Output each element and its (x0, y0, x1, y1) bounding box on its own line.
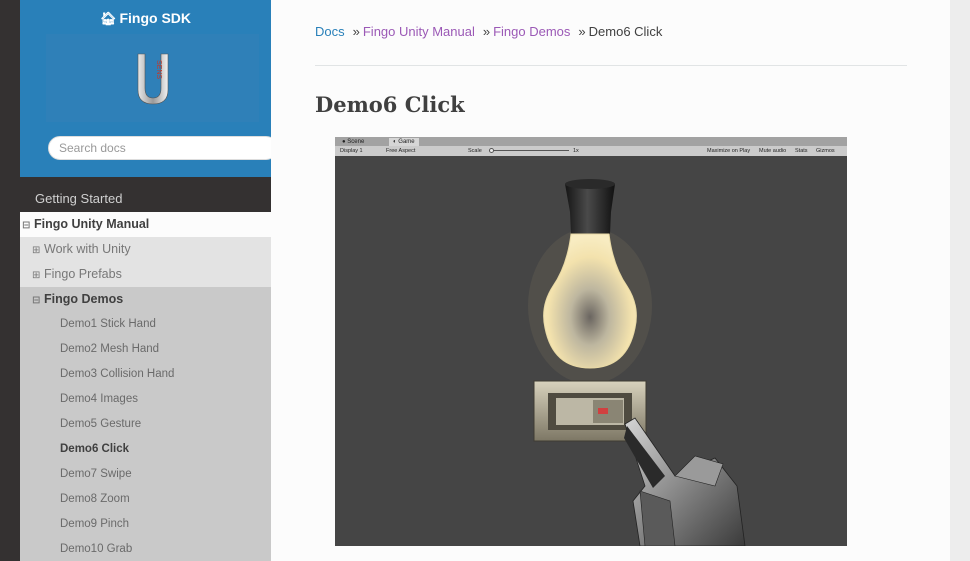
scale-slider-knob (489, 148, 494, 153)
sidebar-item-label: Fingo Unity Manual (34, 217, 150, 231)
u-sens-logo-icon: SENS (137, 53, 168, 105)
breadcrumb-separator: » (482, 24, 491, 39)
scrollbar-gutter[interactable] (950, 0, 970, 561)
breadcrumb-demos-link[interactable]: Fingo Demos (493, 24, 570, 39)
sidebar-item-label: Fingo Demos (44, 292, 124, 306)
sidebar-item-fingo-unity-manual[interactable]: ⊟ Fingo Unity Manual (20, 212, 271, 237)
sidebar-menu: Getting Started ⊟ Fingo Unity Manual ⊞ Wor… (20, 177, 271, 561)
sidebar-header: 🏠︎ Fingo SDK SENS Search docs (20, 0, 278, 177)
divider (315, 65, 907, 66)
sidebar-item-demo4[interactable]: Demo4 Images (20, 387, 271, 412)
sidebar-item-demo3[interactable]: Demo3 Collision Hand (20, 362, 271, 387)
sidebar-item-label: Fingo Prefabs (44, 267, 122, 281)
maximize-on-play-toggle: Maximize on Play (707, 148, 751, 154)
sidebar-item-demo2[interactable]: Demo2 Mesh Hand (20, 337, 271, 362)
sidebar-item-demo1[interactable]: Demo1 Stick Hand (20, 312, 271, 337)
mute-audio-toggle: Mute audio (759, 148, 787, 154)
tab-game: ◐ Game (389, 138, 419, 146)
gizmos-select: Gizmos (816, 148, 835, 154)
light-bulb-scene-icon (528, 179, 746, 546)
breadcrumb-separator: » (352, 24, 360, 39)
home-icon: 🏠︎ (99, 11, 117, 26)
aspect-select: Free Aspect (386, 148, 416, 154)
demo-screenshot: ● Scene ◐ Game Display 1 Free Aspect Sca… (335, 137, 847, 546)
scale-slider (489, 150, 569, 151)
collapse-icon[interactable]: ⊟ (22, 213, 34, 238)
scene-icon: ● (342, 139, 346, 145)
sidebar-item-fingo-prefabs[interactable]: ⊞ Fingo Prefabs (20, 262, 271, 287)
svg-text:SENS: SENS (155, 60, 162, 79)
sidebar-item-demo8[interactable]: Demo8 Zoom (20, 487, 271, 512)
page-title: Demo6 Click (315, 92, 465, 117)
breadcrumb-manual-link[interactable]: Fingo Unity Manual (363, 24, 475, 39)
breadcrumb: Docs» Fingo Unity Manual» Fingo Demos» Demo… (315, 24, 662, 39)
unity-game-toolbar: Display 1 Free Aspect Scale 1x Maximize … (335, 146, 847, 156)
sidebar-item-demo5[interactable]: Demo5 Gesture (20, 412, 271, 437)
breadcrumb-docs-link[interactable]: Docs (315, 24, 345, 39)
sidebar-item-demo7[interactable]: Demo7 Swipe (20, 462, 271, 487)
sidebar-item-fingo-demos[interactable]: ⊟ Fingo Demos (20, 287, 271, 312)
game-icon: ◐ (393, 139, 397, 145)
sidebar-item-label: Work with Unity (44, 242, 131, 256)
expand-icon[interactable]: ⊞ (32, 238, 44, 263)
sidebar: 🏠︎ Fingo SDK SENS Search docs Getting Sta… (0, 0, 278, 561)
breadcrumb-separator: » (578, 24, 586, 39)
collapse-icon[interactable]: ⊟ (32, 288, 44, 313)
expand-icon[interactable]: ⊞ (32, 263, 44, 288)
scale-value: 1x (573, 148, 579, 154)
breadcrumb-current: Demo6 Click (588, 24, 663, 39)
sidebar-item-work-with-unity[interactable]: ⊞ Work with Unity (20, 237, 271, 262)
sidebar-item-demo9[interactable]: Demo9 Pinch (20, 512, 271, 537)
brand-label: Fingo SDK (119, 10, 192, 26)
scale-label: Scale (468, 148, 482, 154)
display-select: Display 1 (340, 148, 363, 154)
sidebar-item-demo6[interactable]: Demo6 Click (20, 437, 271, 462)
brand-link[interactable]: 🏠︎ Fingo SDK (20, 10, 271, 27)
search-input[interactable]: Search docs (48, 136, 278, 160)
sidebar-item-demo10[interactable]: Demo10 Grab (20, 537, 271, 561)
logo: SENS (46, 34, 259, 122)
stats-toggle: Stats (795, 148, 808, 154)
sidebar-item-getting-started[interactable]: Getting Started (20, 177, 271, 212)
game-view (335, 156, 847, 546)
unity-tab-bar: ● Scene ◐ Game (335, 137, 847, 146)
tab-scene: ● Scene (342, 139, 365, 145)
